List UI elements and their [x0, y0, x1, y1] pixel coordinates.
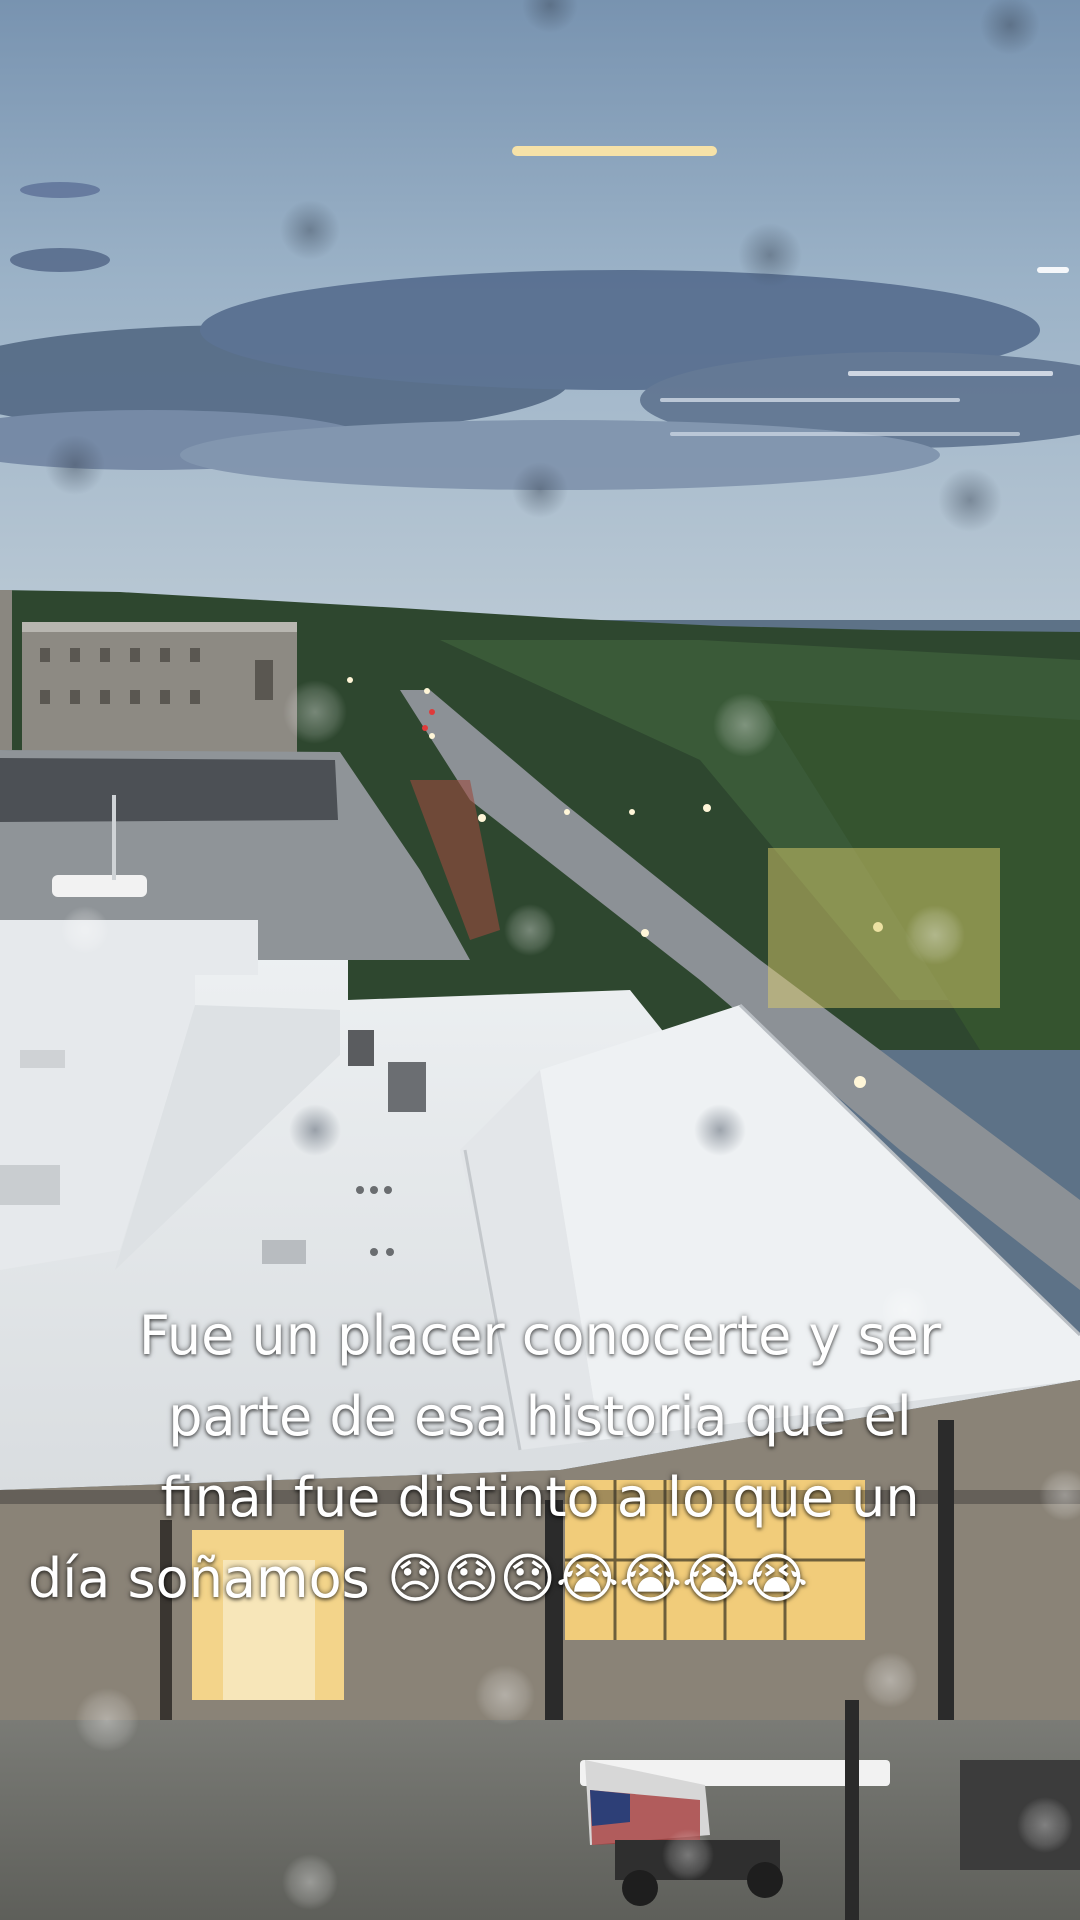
caption-line-4: día soñamos 😞😞😞😭😭😭😭 [28, 1547, 809, 1610]
video-frame: Fue un placer conocerte y ser parte de e… [0, 0, 1080, 1920]
caption-line-3: final fue distinto a lo que un [160, 1466, 920, 1529]
caption-line-1: Fue un placer conocerte y ser [138, 1304, 942, 1367]
caption-line-2: parte de esa historia que el [168, 1385, 912, 1448]
caption-overlay: Fue un placer conocerte y ser parte de e… [0, 1295, 1080, 1619]
rooftop-street-scene [0, 0, 1080, 1920]
ground [0, 1720, 1080, 1920]
